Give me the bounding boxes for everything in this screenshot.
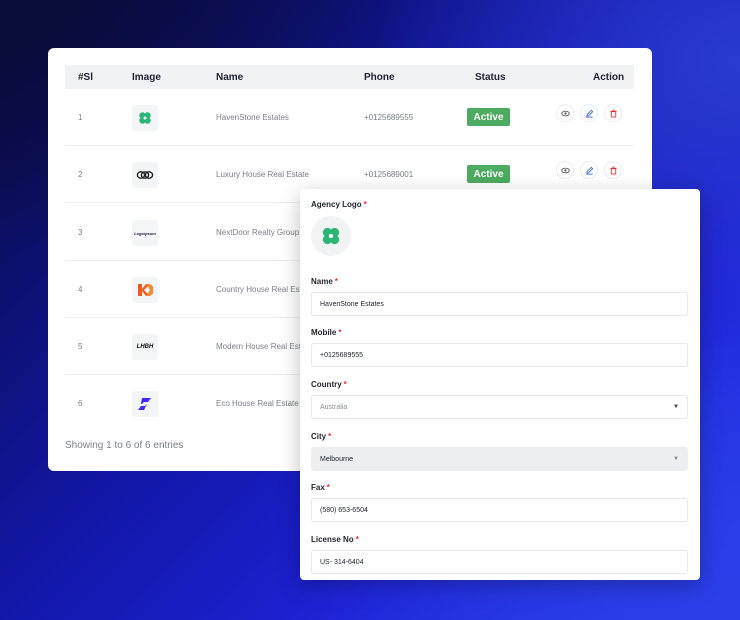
edit-icon[interactable] <box>580 104 598 122</box>
fax-input[interactable]: (580) 653-6504 <box>311 498 688 522</box>
clover-logo-icon <box>132 105 158 131</box>
required-mark: * <box>338 328 342 337</box>
row-phone: +0125689555 <box>364 113 414 122</box>
row-name: Eco House Real Estate <box>216 399 299 408</box>
logoipsum-text: Logoipsum <box>134 230 156 236</box>
row-name: HavenStone Estates <box>216 113 289 122</box>
table-row: 1 HavenStone Estates +0125689555 Active <box>65 89 634 146</box>
required-mark: * <box>328 432 332 441</box>
license-input[interactable]: US- 314-6404 <box>311 550 688 574</box>
eye-icon[interactable] <box>556 104 574 122</box>
country-label-text: Country <box>311 380 342 389</box>
entries-info: Showing 1 to 6 of 6 entries <box>65 440 184 451</box>
status-badge: Active <box>467 165 510 183</box>
col-action: Action <box>593 72 625 83</box>
lhbh-text: LHBH <box>136 344 154 350</box>
city-value: Melbourne <box>320 455 354 463</box>
required-mark: * <box>355 535 359 544</box>
clover-logo-icon <box>322 227 340 245</box>
row-sl: 2 <box>78 170 83 179</box>
chain-logo-icon <box>132 162 158 188</box>
row-name: Modern House Real Estate <box>216 342 313 351</box>
agency-logo-label: Agency Logo * <box>311 200 367 209</box>
s-logo-icon <box>132 391 158 417</box>
name-label: Name * <box>311 277 338 286</box>
row-sl: 1 <box>78 113 83 122</box>
required-mark: * <box>343 380 347 389</box>
col-name: Name <box>216 72 244 83</box>
fax-label: Fax * <box>311 483 330 492</box>
city-select[interactable]: Melbourne ▼ <box>311 447 688 471</box>
country-select[interactable]: Australia ▼ <box>311 395 688 419</box>
col-phone: Phone <box>364 72 395 83</box>
chevron-down-icon: ▼ <box>673 404 679 410</box>
name-label-text: Name <box>311 277 333 286</box>
country-value: Australia <box>320 403 348 411</box>
required-mark: * <box>334 277 338 286</box>
row-sl: 5 <box>78 342 83 351</box>
required-mark: * <box>363 200 367 209</box>
row-sl: 4 <box>78 285 83 294</box>
row-sl: 3 <box>78 228 83 237</box>
name-input[interactable]: HavenStone Estates <box>311 292 688 316</box>
table-header: #Sl Image Name Phone Status Action <box>65 65 634 89</box>
row-name: NextDoor Realty Group <box>216 228 300 237</box>
row-sl: 6 <box>78 399 83 408</box>
mobile-label-text: Mobile <box>311 328 337 337</box>
row-name: Country House Real Estate <box>216 285 313 294</box>
license-label: License No * <box>311 535 359 544</box>
eye-icon[interactable] <box>556 161 574 179</box>
col-status: Status <box>475 72 506 83</box>
col-sl: #Sl <box>78 72 94 83</box>
col-image: Image <box>132 72 161 83</box>
status-badge: Active <box>467 108 510 126</box>
required-mark: * <box>326 483 330 492</box>
agency-logo-upload[interactable] <box>311 216 351 256</box>
row-name: Luxury House Real Estate <box>216 170 309 179</box>
mobile-label: Mobile * <box>311 328 341 337</box>
city-label: City * <box>311 432 331 441</box>
agency-logo-label-text: Agency Logo <box>311 200 362 209</box>
fax-label-text: Fax <box>311 483 325 492</box>
delete-icon[interactable] <box>604 104 622 122</box>
logoipsum-logo-icon: Logoipsum <box>132 220 158 246</box>
row-phone: +0125689001 <box>364 170 414 179</box>
city-label-text: City <box>311 432 327 441</box>
chevron-down-icon: ▼ <box>673 456 679 462</box>
kd-logo-icon <box>132 277 158 303</box>
license-label-text: License No <box>311 535 354 544</box>
agency-form-card: Agency Logo * Name * HavenStone Estates Mo… <box>300 189 700 580</box>
lhbh-logo-icon: LHBH <box>132 334 158 360</box>
edit-icon[interactable] <box>580 161 598 179</box>
mobile-input[interactable]: +0125689555 <box>311 343 688 367</box>
delete-icon[interactable] <box>604 161 622 179</box>
country-label: Country * <box>311 380 347 389</box>
